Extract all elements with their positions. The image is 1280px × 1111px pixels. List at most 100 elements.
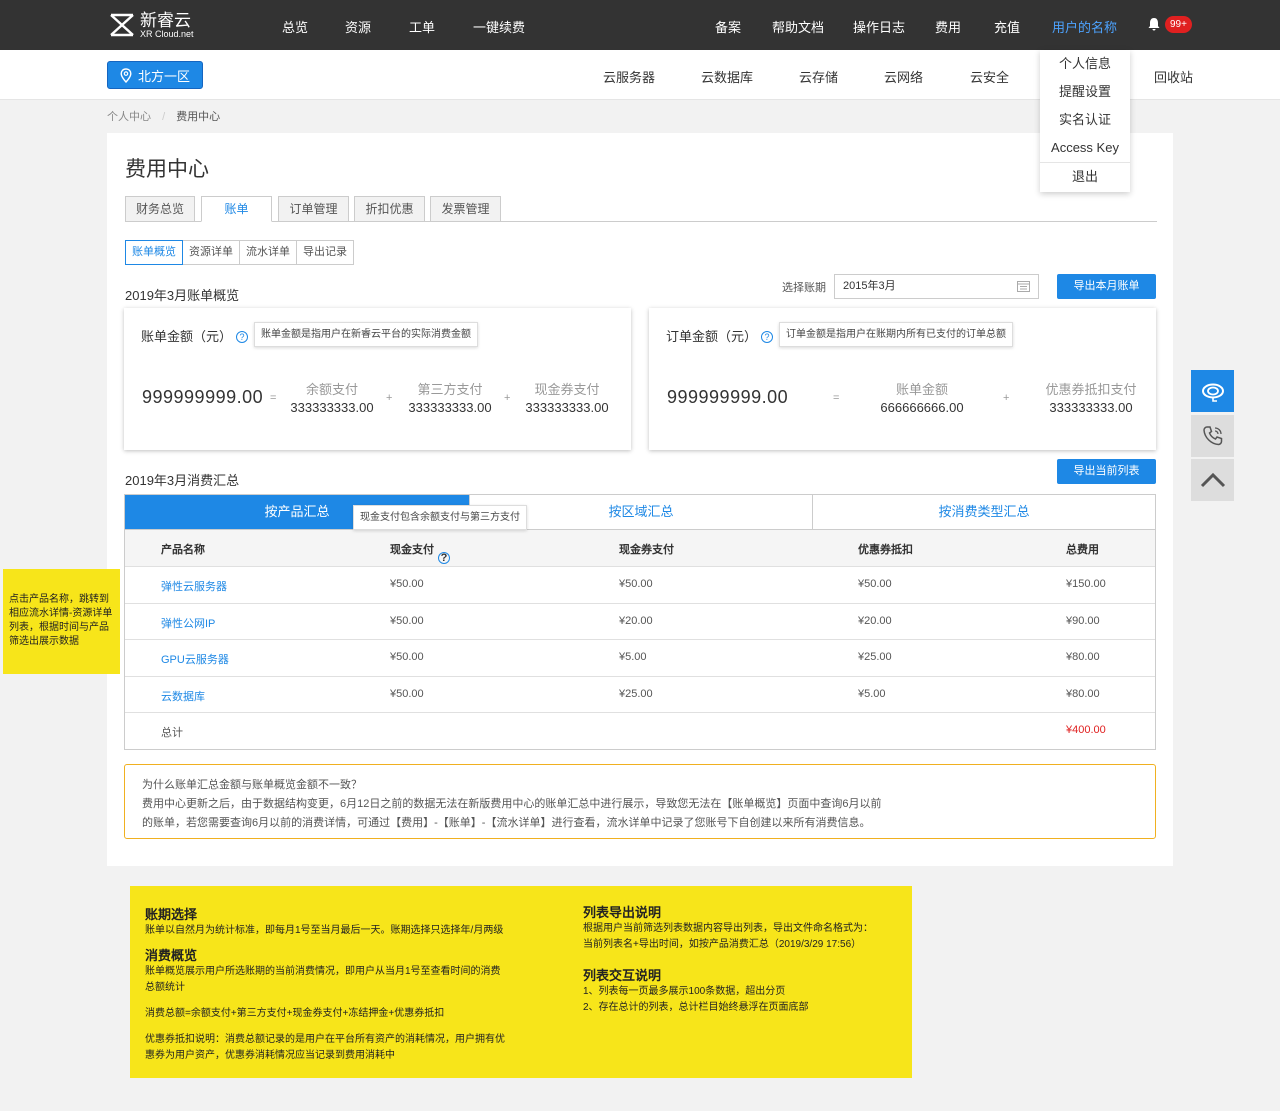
cell-total: ¥80.00: [1066, 687, 1100, 700]
calendar-icon: [1017, 281, 1030, 292]
nav-overview[interactable]: 总览: [282, 17, 308, 36]
table-row: GPU云服务器 ¥50.00 ¥5.00 ¥25.00 ¥80.00: [125, 639, 1155, 676]
export-month-bill-button[interactable]: 导出本月账单: [1057, 274, 1156, 299]
annotation-note-left: 点击产品名称，跳转到相应流水详情-资源详单列表，根据时间与产品筛选出展示数据: [3, 569, 120, 674]
customer-service-button[interactable]: [1191, 370, 1234, 412]
breadcrumb-home[interactable]: 个人中心: [107, 111, 151, 123]
subnav-security[interactable]: 云安全: [970, 67, 1009, 86]
product-link[interactable]: GPU云服务器: [161, 651, 229, 667]
table-row: 弹性云服务器 ¥50.00 ¥50.00 ¥50.00 ¥150.00: [125, 566, 1155, 603]
nav-docs[interactable]: 帮助文档: [772, 17, 824, 36]
cell-coupon: ¥5.00: [858, 687, 886, 700]
notice-line: 的账单，若您需要查询6月以前的消费详情，可通过【费用】-【账单】-【流水详单】进…: [142, 817, 871, 829]
subnav-storage[interactable]: 云存储: [799, 67, 838, 86]
bill-subtabs: 账单概览 资源详单 流水详单 导出记录: [125, 240, 354, 265]
note-heading: 列表导出说明: [583, 905, 662, 920]
note-text: 2、存在总计的列表，总计栏目始终悬浮在页面底部: [583, 1002, 809, 1013]
menu-access-key[interactable]: Access Key: [1040, 134, 1130, 162]
top-navbar: 新睿云 XR Cloud.net 总览 资源 工单 一键续费 备案 帮助文档 操作…: [0, 0, 1280, 50]
location-pin-icon: [120, 67, 132, 83]
notice-line: 费用中心更新之后，由于数据结构变更，6月12日之前的数据无法在新版费用中心的账单…: [142, 798, 882, 810]
nav-renew[interactable]: 一键续费: [473, 17, 525, 36]
notice-question: 为什么账单汇总金额与账单概览金额不一致？: [142, 779, 362, 791]
note-text: 当前列表名+导出时间，如按产品消费汇总（2019/3/29 17:56）: [583, 939, 862, 950]
summary-table: 产品名称 现金支付? 现金券支付 优惠券抵扣 总费用 弹性云服务器 ¥50.00…: [124, 530, 1156, 750]
tab-discounts[interactable]: 折扣优惠: [354, 196, 425, 222]
note-text: 优惠券抵扣说明：消费总额记录的是用户在平台所有资产的消耗情况，用户拥有优: [145, 1034, 505, 1045]
nav-username[interactable]: 用户的名称: [1052, 17, 1117, 36]
product-link[interactable]: 弹性云服务器: [161, 578, 227, 594]
subnav-recycle-bin[interactable]: 回收站: [1154, 67, 1193, 86]
help-icon[interactable]: ?: [438, 552, 450, 564]
phone-button[interactable]: [1191, 415, 1234, 457]
notice-box: 为什么账单汇总金额与账单概览金额不一致？ 费用中心更新之后，由于数据结构变更，6…: [124, 764, 1156, 839]
nav-tickets[interactable]: 工单: [409, 17, 435, 36]
equals-sign: =: [833, 392, 840, 404]
headset-icon: [1201, 383, 1224, 402]
subnav-servers[interactable]: 云服务器: [603, 67, 655, 86]
menu-logout[interactable]: 退出: [1040, 162, 1130, 190]
export-list-button[interactable]: 导出当前列表: [1057, 459, 1156, 484]
help-icon[interactable]: ?: [761, 331, 774, 343]
main-tabs: 财务总览 账单 订单管理 折扣优惠 发票管理: [125, 196, 1157, 222]
cell-cash: ¥50.00: [390, 614, 424, 627]
note-heading: 列表交互说明: [583, 968, 662, 983]
subtab-resource-detail[interactable]: 资源详单: [182, 240, 240, 265]
subtab-transaction-detail[interactable]: 流水详单: [239, 240, 297, 265]
table-row: 云数据库 ¥50.00 ¥25.00 ¥5.00 ¥80.00: [125, 675, 1155, 713]
subtab-export-records[interactable]: 导出记录: [296, 240, 354, 265]
nav-recharge[interactable]: 充值: [994, 17, 1020, 36]
nav-filing[interactable]: 备案: [715, 17, 741, 36]
product-link[interactable]: 云数据库: [161, 688, 205, 704]
nav-billing[interactable]: 费用: [935, 17, 961, 36]
bell-icon[interactable]: [1146, 16, 1162, 32]
back-to-top-button[interactable]: [1191, 459, 1234, 501]
help-icon[interactable]: ?: [236, 331, 249, 343]
tab-finance-overview[interactable]: 财务总览: [125, 196, 195, 222]
bill-amount-label: 账单金额: [895, 382, 948, 397]
notification-badge: 99+: [1165, 16, 1192, 33]
period-picker[interactable]: 2015年3月: [834, 274, 1039, 299]
table-total-row: 总计 ¥400.00: [125, 712, 1155, 749]
tab-by-type[interactable]: 按消费类型汇总: [812, 495, 1155, 529]
thirdparty-pay-value: 333333333.00: [408, 400, 492, 415]
balance-pay-value: 333333333.00: [290, 400, 374, 415]
nav-resources[interactable]: 资源: [345, 17, 371, 36]
brand-logo[interactable]: 新睿云 XR Cloud.net: [108, 9, 194, 41]
cell-voucher: ¥25.00: [619, 687, 653, 700]
order-amount-title: 订单金额（元）?: [666, 326, 774, 345]
coupon-pay-label: 优惠券抵扣支付: [1045, 382, 1137, 397]
voucher-pay-value: 333333333.00: [525, 400, 609, 415]
menu-verification[interactable]: 实名认证: [1040, 106, 1130, 134]
brand-domain: XR Cloud.net: [140, 28, 194, 39]
breadcrumb-separator: /: [162, 111, 166, 123]
cell-voucher: ¥50.00: [619, 578, 653, 590]
order-amount-card: 订单金额（元）? 订单金额是指用户在账期内所有已支付的订单总额 99999999…: [649, 308, 1156, 450]
region-selector[interactable]: 北方一区: [107, 61, 203, 89]
nav-oplog[interactable]: 操作日志: [853, 17, 905, 36]
tab-orders[interactable]: 订单管理: [278, 196, 349, 222]
note-text: 账单以自然月为统计标准，即每月1号至当月最后一天。账期选择只选择年/月两级: [145, 925, 504, 936]
period-value: 2015年3月: [843, 280, 896, 292]
tab-invoices[interactable]: 发票管理: [430, 196, 501, 222]
subtab-bill-overview[interactable]: 账单概览: [125, 240, 183, 265]
note-text: 根据用户当前筛选列表数据内容导出列表，导出文件命名格式为：: [583, 923, 873, 934]
bill-amount-title: 账单金额（元）?: [141, 326, 249, 345]
order-amount-tooltip: 订单金额是指用户在账期内所有已支付的订单总额: [779, 322, 1013, 347]
note-text: 消费总额=余额支付+第三方支付+现金券支付+冻结押金+优惠券抵扣: [145, 1008, 445, 1019]
user-dropdown-menu: 个人信息 提醒设置 实名认证 Access Key 退出: [1040, 50, 1130, 192]
note-text: 账单概览展示用户所选账期的当前消费情况，即用户从当月1号至查看时间的消费: [145, 966, 501, 977]
cash-pay-tooltip: 现金支付包含余额支付与第三方支付: [353, 505, 527, 530]
annotation-notes: 账期选择 账单以自然月为统计标准，即每月1号至当月最后一天。账期选择只选择年/月…: [130, 886, 912, 1078]
menu-reminders[interactable]: 提醒设置: [1040, 78, 1130, 106]
cell-voucher: ¥5.00: [619, 651, 647, 663]
plus-sign: +: [1003, 392, 1010, 404]
bill-total-value: 999999999.00: [142, 387, 264, 407]
subnav-network[interactable]: 云网络: [884, 67, 923, 86]
product-link[interactable]: 弹性公网IP: [161, 615, 215, 631]
subnav-databases[interactable]: 云数据库: [701, 67, 753, 86]
menu-profile[interactable]: 个人信息: [1040, 50, 1130, 78]
thirdparty-pay-label: 第三方支付: [417, 382, 483, 397]
tab-bill[interactable]: 账单: [201, 196, 272, 222]
table-header: 产品名称 现金支付? 现金券支付 优惠券抵扣 总费用: [125, 530, 1155, 566]
